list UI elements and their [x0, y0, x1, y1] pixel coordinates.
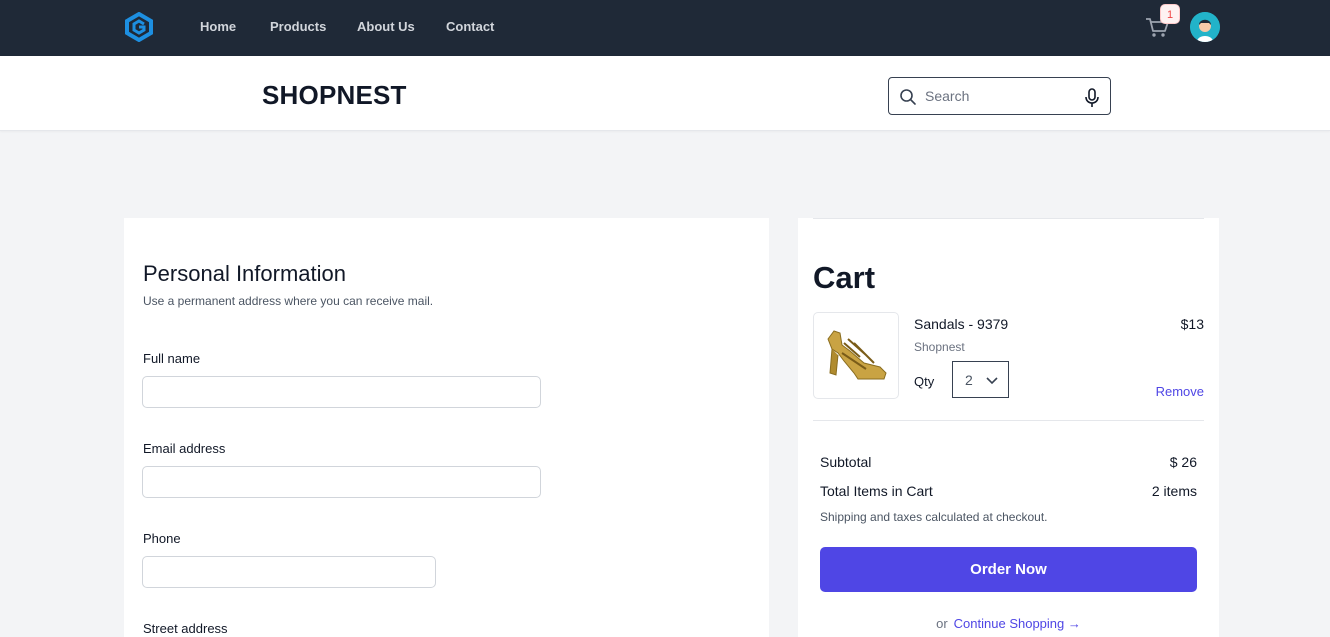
product-brand: Shopnest: [914, 340, 965, 354]
remove-button[interactable]: Remove: [1148, 384, 1204, 399]
email-label: Email address: [143, 441, 226, 456]
email-field[interactable]: [142, 466, 541, 498]
subtotal-label: Subtotal: [820, 454, 872, 470]
search-icon: [899, 88, 917, 106]
phone-field[interactable]: [142, 556, 436, 588]
or-text: or: [936, 616, 948, 631]
search-input[interactable]: [925, 86, 1075, 106]
search-box[interactable]: [888, 77, 1111, 115]
mic-icon[interactable]: [1083, 88, 1101, 108]
avatar[interactable]: [1190, 12, 1220, 42]
total-items-label: Total Items in Cart: [820, 483, 933, 499]
qty-value: 2: [965, 372, 973, 388]
nav-home-link[interactable]: Home: [200, 19, 236, 34]
top-nav: Home Products About Us Contact 1: [0, 0, 1330, 56]
divider: [813, 218, 1204, 219]
shipping-note: Shipping and taxes calculated at checkou…: [820, 510, 1048, 524]
total-items-value: 2 items: [1151, 483, 1197, 499]
site-header: SHOPNEST: [0, 56, 1330, 131]
qty-select[interactable]: 2: [952, 361, 1009, 398]
street-address-label: Street address: [143, 621, 228, 636]
cart-count-badge: 1: [1160, 4, 1180, 24]
full-name-label: Full name: [143, 351, 201, 366]
product-name[interactable]: Sandals - 9379: [914, 316, 1008, 332]
cart-card: Cart Sandals - 9379 Shopnest $13 Qty 2 R…: [798, 218, 1219, 637]
order-now-button[interactable]: Order Now: [820, 547, 1197, 592]
divider: [813, 420, 1204, 421]
brand-title: SHOPNEST: [262, 80, 407, 110]
personal-info-subtitle: Use a permanent address where you can re…: [143, 294, 434, 308]
personal-info-title: Personal Information: [143, 261, 346, 286]
qty-label: Qty: [914, 374, 935, 389]
chevron-down-icon: [985, 374, 999, 386]
subtotal-value: $ 26: [1169, 454, 1197, 470]
nav-products-link[interactable]: Products: [270, 19, 326, 34]
personal-info-card: Personal Information Use a permanent add…: [124, 218, 769, 637]
phone-label: Phone: [143, 531, 181, 546]
logo-icon[interactable]: [124, 11, 154, 43]
product-image[interactable]: [813, 312, 899, 399]
cart-title: Cart: [813, 260, 876, 295]
continue-shopping-link[interactable]: Continue Shopping →: [954, 616, 1081, 631]
nav-contact-link[interactable]: Contact: [446, 19, 494, 34]
full-name-field[interactable]: [142, 376, 541, 408]
nav-about-link[interactable]: About Us: [357, 19, 415, 34]
product-price: $13: [1180, 316, 1204, 332]
continue-row: or Continue Shopping →: [798, 616, 1219, 631]
